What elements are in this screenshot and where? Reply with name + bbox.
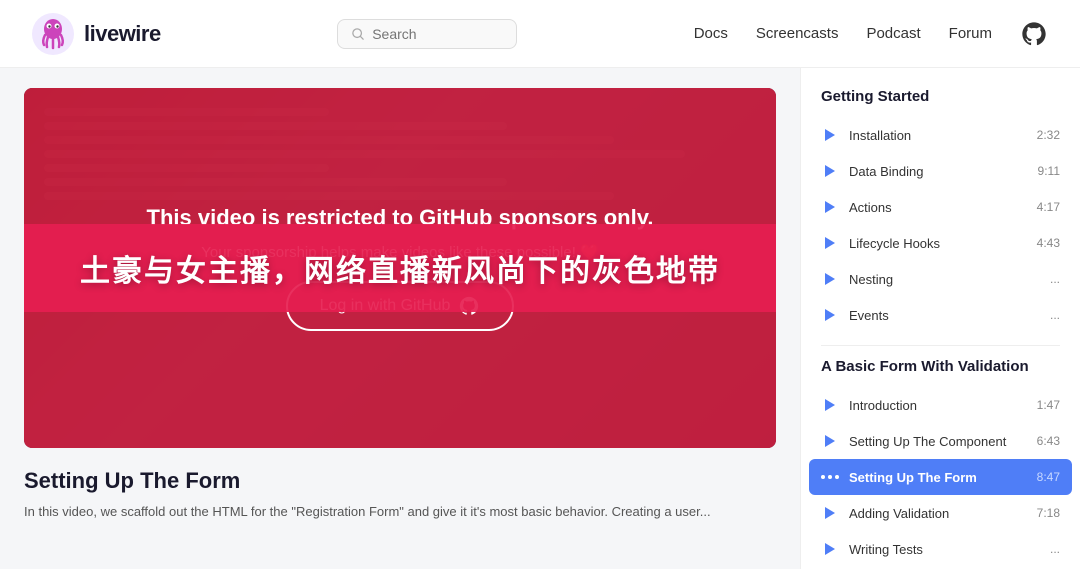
play-triangle-icon: [821, 540, 839, 558]
sidebar-item-duration: 4:17: [1037, 200, 1060, 214]
sidebar-item-name: Setting Up The Component: [849, 434, 1006, 449]
content-area: This video is restricted to GitHub spons…: [0, 68, 800, 569]
sidebar-divider: [821, 345, 1060, 346]
logo-area: livewire: [32, 13, 161, 55]
sidebar-section2-title: A Basic Form With Validation: [801, 358, 1080, 387]
sidebar-section1-items: Installation 2:32 Data Binding 9:11 Actions 4…: [801, 117, 1080, 333]
play-triangle-icon: [821, 162, 839, 180]
sidebar-item-left: Adding Validation: [821, 504, 949, 522]
main-layout: This video is restricted to GitHub spons…: [0, 68, 1080, 569]
sidebar-item-name: Lifecycle Hooks: [849, 236, 940, 251]
watermark-overlay: 土豪与女主播，网络直播新风尚下的灰色地带: [24, 88, 776, 448]
sidebar-item-duration: 8:47: [1037, 470, 1060, 484]
sidebar-item-name: Adding Validation: [849, 506, 949, 521]
sidebar-list-item[interactable]: Events...: [801, 297, 1080, 333]
sidebar-item-left: Nesting: [821, 270, 893, 288]
watermark-banner: 土豪与女主播，网络直播新风尚下的灰色地带: [24, 224, 776, 312]
sidebar-item-duration: 6:43: [1037, 434, 1060, 448]
sidebar-item-left: Setting Up The Component: [821, 432, 1006, 450]
sidebar-item-left: Lifecycle Hooks: [821, 234, 940, 252]
sidebar-item-left: Actions: [821, 198, 892, 216]
sidebar-list-item[interactable]: Setting Up The Component 6:43: [801, 423, 1080, 459]
sidebar-section2-items: Introduction 1:47 Setting Up The Component…: [801, 387, 1080, 569]
sidebar-list-item[interactable]: Lifecycle Hooks 4:43: [801, 225, 1080, 261]
sidebar-item-duration: ...: [1050, 272, 1060, 286]
play-triangle-icon: [821, 396, 839, 414]
sidebar-list-item[interactable]: Nesting...: [801, 261, 1080, 297]
play-triangle-icon: [821, 234, 839, 252]
sidebar: Getting Started Installation 2:32 Data Bin…: [800, 68, 1080, 569]
play-triangle-icon: [821, 126, 839, 144]
sidebar-list-item[interactable]: Adding Validation 7:18: [801, 495, 1080, 531]
sidebar-item-duration: 1:47: [1037, 398, 1060, 412]
video-title: Setting Up The Form: [24, 468, 776, 494]
logo-icon: [32, 13, 74, 55]
sidebar-item-left: Data Binding: [821, 162, 923, 180]
sidebar-item-name: Actions: [849, 200, 892, 215]
nav-links: Docs Screencasts Podcast Forum: [694, 20, 1048, 48]
sidebar-item-name: Writing Tests: [849, 542, 923, 557]
sidebar-item-duration: ...: [1050, 542, 1060, 556]
sidebar-list-item[interactable]: Actions 4:17: [801, 189, 1080, 225]
play-triangle-icon: [821, 432, 839, 450]
search-box[interactable]: [337, 19, 517, 49]
sidebar-item-name: Events: [849, 308, 889, 323]
sidebar-item-left: Writing Tests: [821, 540, 923, 558]
sidebar-item-left: Installation: [821, 126, 911, 144]
play-triangle-icon: [821, 198, 839, 216]
play-triangle-icon: [821, 306, 839, 324]
sidebar-item-left: Setting Up The Form: [821, 468, 977, 486]
play-triangle-icon: [821, 504, 839, 522]
sidebar-list-item[interactable]: Setting Up The Form 8:47: [809, 459, 1072, 495]
watermark-text: 土豪与女主播，网络直播新风尚下的灰色地带: [80, 255, 720, 288]
nav-screencasts[interactable]: Screencasts: [756, 25, 839, 42]
sidebar-item-duration: 7:18: [1037, 506, 1060, 520]
sidebar-list-item[interactable]: Introduction 1:47: [801, 387, 1080, 423]
video-description: In this video, we scaffold out the HTML …: [24, 502, 776, 523]
sidebar-list-item[interactable]: Installation 2:32: [801, 117, 1080, 153]
dots-icon: [821, 468, 839, 486]
search-icon: [352, 27, 364, 41]
video-bg: This video is restricted to GitHub spons…: [24, 88, 776, 448]
sidebar-item-left: Introduction: [821, 396, 917, 414]
sidebar-item-duration: 9:11: [1038, 164, 1060, 178]
sidebar-section1-title: Getting Started: [801, 88, 1080, 117]
nav-docs[interactable]: Docs: [694, 25, 728, 42]
github-icon[interactable]: [1020, 20, 1048, 48]
sidebar-item-name: Data Binding: [849, 164, 923, 179]
sidebar-item-left: Events: [821, 306, 889, 324]
sidebar-item-name: Introduction: [849, 398, 917, 413]
sidebar-item-name: Installation: [849, 128, 911, 143]
sidebar-item-name: Nesting: [849, 272, 893, 287]
logo-text: livewire: [84, 21, 161, 47]
search-input[interactable]: [372, 26, 502, 42]
video-wrapper: This video is restricted to GitHub spons…: [24, 88, 776, 448]
sidebar-item-duration: ...: [1050, 308, 1060, 322]
video-title-section: Setting Up The Form In this video, we sc…: [0, 448, 800, 533]
sidebar-item-duration: 4:43: [1037, 236, 1060, 250]
sidebar-item-name: Setting Up The Form: [849, 470, 977, 485]
sidebar-list-item[interactable]: Writing Tests...: [801, 531, 1080, 567]
nav-podcast[interactable]: Podcast: [866, 25, 920, 42]
sidebar-list-item[interactable]: Data Binding 9:11: [801, 153, 1080, 189]
nav-forum[interactable]: Forum: [949, 25, 992, 42]
header: livewire Docs Screencasts Podcast Forum: [0, 0, 1080, 68]
play-triangle-icon: [821, 270, 839, 288]
sidebar-item-duration: 2:32: [1037, 128, 1060, 142]
